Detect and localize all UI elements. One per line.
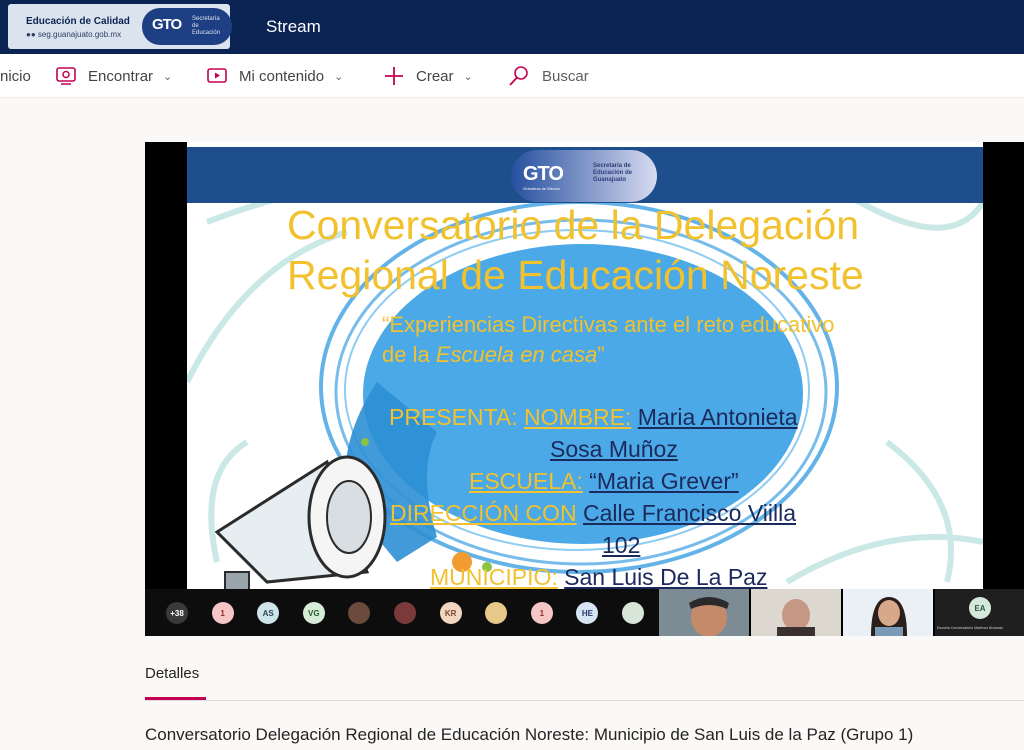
gto-logo: GTO Secretaría de Educación	[142, 8, 232, 45]
participant-avatar: EA	[969, 597, 991, 619]
brand-title: Educación de Calidad	[26, 16, 130, 27]
encontrar-menu[interactable]: Encontrar ⌄	[56, 66, 172, 86]
gto-badge-logo: GTO Grandeza de México Secretaría de Edu…	[511, 150, 657, 202]
brand-logo-banner[interactable]: Educación de Calidad ●● seg.guanajuato.g…	[8, 4, 232, 49]
chevron-down-icon: ⌄	[163, 70, 173, 83]
brand-url: ●● seg.guanajuato.gob.mx	[26, 30, 122, 39]
mi-contenido-menu[interactable]: Mi contenido ⌄	[207, 66, 343, 86]
mi-contenido-label: Mi contenido	[239, 67, 325, 85]
participant-video-tile[interactable]	[843, 589, 933, 636]
participant-face-icon	[843, 589, 933, 636]
command-bar: nicio Encontrar ⌄ Mi contenido ⌄ Crear ⌄…	[0, 54, 1024, 98]
direccion-line: DIRECCIÓN CON Calle Francisco Viilla	[390, 500, 796, 526]
participant-strip: +38 1 AS VG KR 1 HE	[145, 589, 659, 636]
participant-avatar[interactable]	[394, 602, 416, 624]
presenta-line: PRESENTA: NOMBRE: Maria Antonieta	[389, 404, 798, 430]
video-player[interactable]: GTO Grandeza de México Secretaría de Edu…	[145, 142, 1024, 636]
search-box[interactable]: Buscar	[508, 66, 589, 86]
app-title[interactable]: Stream	[266, 17, 321, 37]
slide-title: Conversatorio de la Delegación Regional …	[287, 202, 864, 298]
escuela-line: ESCUELA: “Maria Grever”	[469, 468, 739, 494]
participant-avatar[interactable]: VG	[302, 602, 325, 624]
tab-divider	[145, 700, 1024, 701]
discover-icon	[56, 67, 76, 85]
chevron-down-icon: ⌄	[463, 70, 473, 83]
participant-name: Escuela Conversatorio Martínez Alvarado	[937, 626, 1004, 630]
participant-avatar[interactable]: +38	[166, 602, 188, 624]
direccion-line-2: 102	[602, 532, 641, 558]
participant-avatar[interactable]: AS	[257, 602, 280, 624]
crear-menu[interactable]: Crear ⌄	[384, 66, 473, 86]
participant-avatar[interactable]: KR	[439, 602, 462, 624]
chevron-down-icon: ⌄	[334, 70, 344, 83]
participant-avatar[interactable]: HE	[576, 602, 599, 624]
participant-face-icon	[751, 589, 841, 636]
video-title: Conversatorio Delegación Regional de Edu…	[145, 725, 914, 744]
participant-face-icon	[659, 589, 749, 636]
tab-detalles[interactable]: Detalles	[145, 665, 199, 682]
inicio-link[interactable]: nicio	[0, 66, 31, 86]
search-icon	[509, 66, 528, 86]
participant-tile-ea[interactable]: EA Escuela Conversatorio Martínez Alvara…	[935, 589, 1024, 636]
search-placeholder: Buscar	[542, 67, 589, 85]
participant-video-tile[interactable]	[659, 589, 749, 636]
participant-video-tile[interactable]	[751, 589, 841, 636]
crear-label: Crear	[416, 67, 454, 85]
encontrar-label: Encontrar	[88, 67, 154, 85]
plus-icon	[385, 67, 403, 85]
inicio-label: nicio	[0, 67, 31, 85]
participant-avatar[interactable]: 1	[211, 602, 234, 624]
top-navigation-bar: Educación de Calidad ●● seg.guanajuato.g…	[0, 0, 1024, 54]
municipio-line: MUNICIPIO: San Luis De La Paz	[430, 564, 768, 589]
my-content-icon	[207, 68, 227, 83]
presentation-slide: GTO Grandeza de México Secretaría de Edu…	[187, 142, 983, 589]
nombre-line-2: Sosa Muñoz	[550, 436, 678, 462]
slide-subtitle: “Experiencias Directivas ante el reto ed…	[382, 312, 835, 367]
participant-avatar[interactable]	[622, 602, 644, 624]
participant-avatar[interactable]	[348, 602, 371, 624]
participant-avatar[interactable]: 1	[530, 602, 553, 624]
participant-avatar[interactable]	[485, 602, 508, 624]
